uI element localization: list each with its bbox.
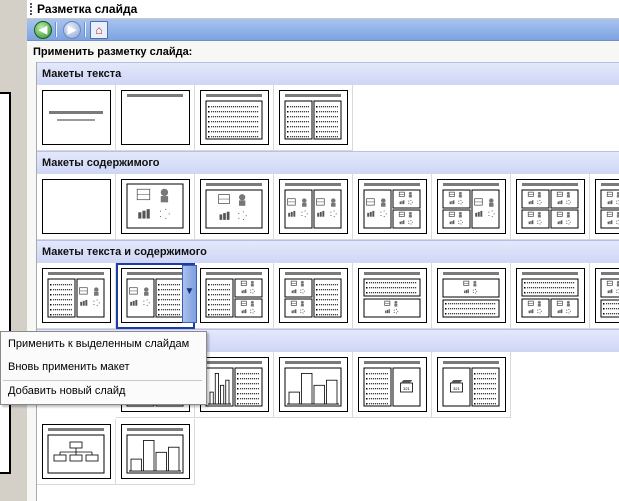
menu-separator [3, 380, 202, 381]
layout-thumbnail [42, 424, 111, 479]
layout-thumbnail [516, 268, 585, 323]
section-header-content: Макеты содержимого [37, 151, 619, 174]
svg-text:321: 321 [403, 386, 410, 391]
layout-title-org-chart[interactable] [37, 419, 116, 485]
layout-thumbnail [42, 268, 111, 323]
layout-thumbnail [358, 179, 427, 234]
svg-text:321: 321 [453, 386, 460, 391]
layout-thumbnail [200, 357, 269, 412]
layout-thumbnail: 321 [437, 357, 506, 412]
layout-title-content-over-text[interactable] [432, 263, 511, 329]
back-arrow-icon[interactable]: ◀ [34, 21, 52, 39]
layout-title-text-media[interactable]: 321 [353, 352, 432, 418]
task-pane: Разметка слайда ◀ ▶ ⌂ Применить разметку… [27, 0, 619, 501]
layout-thumbnail [121, 90, 190, 145]
layout-thumbnail [279, 90, 348, 145]
layout-thumbnail [279, 268, 348, 323]
menu-item-reapply-layout[interactable]: Вновь применить макет [8, 361, 130, 373]
drag-grip-icon[interactable] [30, 3, 34, 15]
layout-gallery: Макеты текста Макеты содержимого Макеты те… [36, 62, 619, 501]
menu-item-insert-new-slide[interactable]: Добавить новый слайд [8, 385, 125, 397]
section-header-text-content: Макеты текста и содержимого [37, 240, 619, 263]
layout-title-bulleted-list[interactable] [195, 85, 274, 151]
layout-thumbnail [279, 357, 348, 412]
layout-title-slide[interactable] [37, 85, 116, 151]
pane-navigation-bar: ◀ ▶ ⌂ [27, 19, 619, 41]
layout-title-two-content-content[interactable] [432, 174, 511, 240]
layout-title-two-content-text[interactable] [274, 263, 353, 329]
chevron-down-icon: ▼ [184, 286, 195, 297]
layout-title-four-content-wide[interactable] [590, 174, 619, 240]
layout-title-two-content-over-text[interactable] [590, 263, 619, 329]
layout-title-media-text[interactable]: 321 [432, 352, 511, 418]
layout-title-text-over-content[interactable] [353, 263, 432, 329]
layout-thumbnail [437, 268, 506, 323]
layout-title-two-column-text[interactable] [274, 85, 353, 151]
layout-thumbnail [42, 90, 111, 145]
layout-thumbnail [121, 268, 190, 323]
section-header-text: Макеты текста [37, 62, 619, 85]
layout-thumbnail [121, 179, 190, 234]
layout-title-only[interactable] [116, 85, 195, 151]
section-title: Макеты текста и содержимого [42, 246, 207, 258]
layout-title-content[interactable] [195, 174, 274, 240]
layout-title-chart[interactable] [274, 352, 353, 418]
layout-thumbnail [437, 179, 506, 234]
layout-title-chart-only[interactable] [116, 419, 195, 485]
layout-title-content-two-content[interactable] [353, 174, 432, 240]
layout-thumbnail [595, 179, 619, 234]
layout-thumbnail [516, 179, 585, 234]
home-icon[interactable]: ⌂ [90, 21, 108, 39]
layout-context-menu: Применить к выделенным слайдам Вновь при… [0, 331, 207, 405]
menu-item-apply-selected[interactable]: Применить к выделенным слайдам [8, 338, 189, 350]
pane-title: Разметка слайда [37, 2, 138, 16]
layout-title-text-two-content-wide[interactable] [511, 263, 590, 329]
apply-layout-label: Применить разметку слайда: [33, 46, 193, 58]
layout-thumbnail [595, 268, 619, 323]
slide-thumbnail[interactable] [0, 92, 11, 474]
layout-thumbnail [42, 179, 111, 234]
layout-blank[interactable] [37, 174, 116, 240]
toolbar-separator [84, 22, 86, 37]
forward-arrow-icon[interactable]: ▶ [63, 21, 81, 39]
section-title: Макеты текста [42, 68, 122, 80]
layout-thumbnail: 321 [358, 357, 427, 412]
toolbar-separator [55, 22, 57, 37]
layout-thumbnail [121, 424, 190, 479]
layout-thumbnail [200, 179, 269, 234]
section-title: Макеты содержимого [42, 157, 160, 169]
slide-preview-edge [0, 0, 27, 501]
pane-title-bar: Разметка слайда [27, 0, 619, 19]
layout-thumbnail [279, 179, 348, 234]
layout-title-four-content[interactable] [511, 174, 590, 240]
layout-title-text-two-content[interactable] [195, 263, 274, 329]
layout-content[interactable] [116, 174, 195, 240]
layout-thumbnail [358, 268, 427, 323]
layout-title-text-content[interactable] [37, 263, 116, 329]
layout-thumbnail [200, 268, 269, 323]
layout-thumbnail [200, 90, 269, 145]
layout-dropdown-chevron-down-icon[interactable]: ▼ [182, 265, 197, 323]
layout-title-two-content[interactable] [274, 174, 353, 240]
